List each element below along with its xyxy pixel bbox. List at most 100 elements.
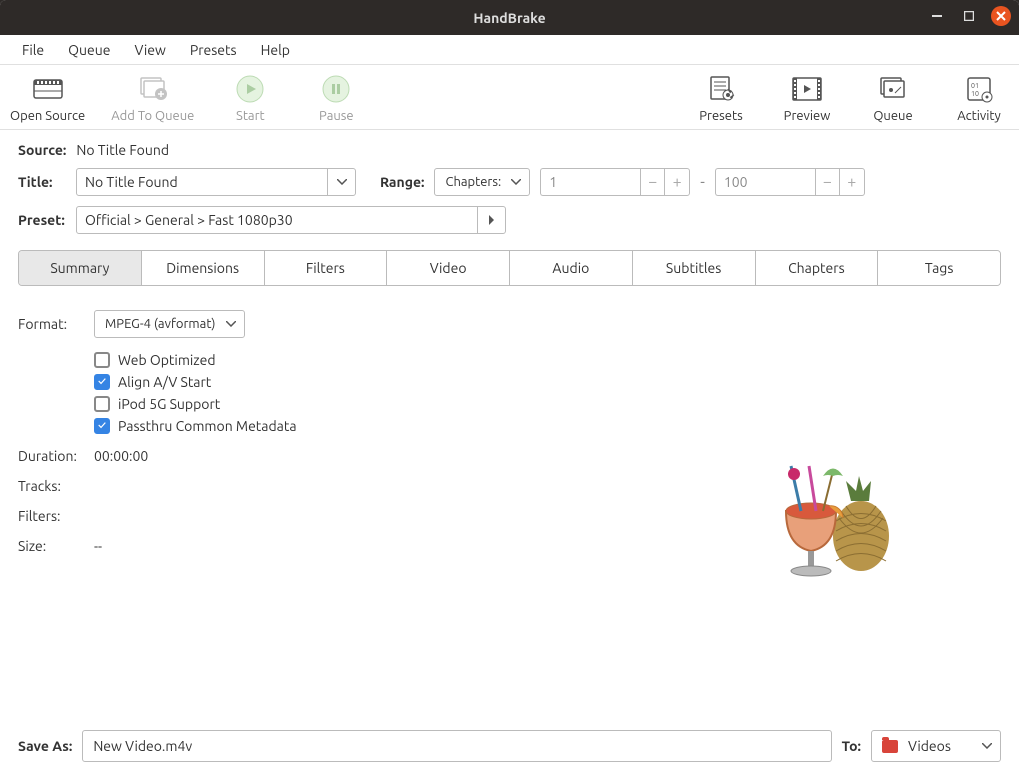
minimize-icon: [932, 15, 942, 17]
activity-button[interactable]: 0110 Activity: [949, 73, 1009, 123]
folder-icon: [882, 740, 898, 753]
source-value: No Title Found: [76, 142, 169, 158]
preset-label: Preset:: [18, 212, 66, 228]
minus-icon[interactable]: −: [816, 169, 840, 195]
ipod-5g-checkbox[interactable]: [94, 396, 110, 412]
save-as-input[interactable]: [82, 730, 831, 762]
web-optimized-label: Web Optimized: [118, 352, 216, 368]
plus-icon[interactable]: +: [665, 169, 689, 195]
maximize-icon: [964, 11, 974, 21]
preview-label: Preview: [784, 109, 831, 123]
duration-value: 00:00:00: [94, 448, 148, 464]
menubar: File Queue View Presets Help: [0, 35, 1019, 65]
tab-filters[interactable]: Filters: [265, 251, 388, 285]
range-separator: -: [700, 173, 705, 191]
activity-label: Activity: [957, 109, 1001, 123]
to-label: To:: [842, 738, 861, 754]
toolbar: Open Source Add To Queue Start Pause: [0, 65, 1019, 130]
range-type-value: Chapters:: [445, 175, 501, 189]
align-av-label: Align A/V Start: [118, 374, 211, 390]
minus-icon[interactable]: −: [641, 169, 665, 195]
tab-subtitles[interactable]: Subtitles: [633, 251, 756, 285]
presets-label: Presets: [699, 109, 742, 123]
window-title: HandBrake: [473, 10, 545, 26]
queue-icon: [877, 73, 909, 105]
svg-text:01: 01: [971, 82, 979, 90]
preset-value: Official > General > Fast 1080p30: [85, 212, 293, 228]
tab-summary[interactable]: Summary: [19, 251, 142, 285]
pause-button[interactable]: Pause: [306, 73, 366, 123]
start-label: Start: [236, 109, 265, 123]
tab-chapters[interactable]: Chapters: [756, 251, 879, 285]
maximize-button[interactable]: [959, 6, 979, 26]
plus-icon[interactable]: +: [840, 169, 864, 195]
presets-icon: [705, 73, 737, 105]
pause-label: Pause: [319, 109, 354, 123]
chevron-down-icon: [327, 169, 355, 195]
tab-tags[interactable]: Tags: [878, 251, 1000, 285]
titlebar: HandBrake: [0, 0, 1019, 35]
chevron-down-icon: [226, 321, 236, 327]
preview-button[interactable]: Preview: [777, 73, 837, 123]
title-dropdown[interactable]: No Title Found: [76, 168, 356, 196]
range-from-spinner[interactable]: − +: [540, 168, 690, 196]
range-type-dropdown[interactable]: Chapters:: [434, 168, 530, 196]
preview-icon: [791, 73, 823, 105]
chevron-down-icon: [982, 743, 992, 749]
save-as-label: Save As:: [18, 738, 72, 754]
play-icon: [234, 73, 266, 105]
start-button[interactable]: Start: [220, 73, 280, 123]
add-to-queue-button[interactable]: Add To Queue: [111, 73, 194, 123]
range-to-spinner[interactable]: − +: [715, 168, 865, 196]
tab-audio[interactable]: Audio: [510, 251, 633, 285]
format-value: MPEG-4 (avformat): [105, 317, 216, 331]
tabs: Summary Dimensions Filters Video Audio S…: [18, 250, 1001, 286]
preview-image: [661, 310, 1001, 712]
title-label: Title:: [18, 174, 66, 190]
pause-icon: [320, 73, 352, 105]
menu-help[interactable]: Help: [249, 38, 302, 62]
menu-presets[interactable]: Presets: [178, 38, 249, 62]
passthru-metadata-checkbox[interactable]: ✓: [94, 418, 110, 434]
range-from-input[interactable]: [540, 168, 640, 196]
open-source-label: Open Source: [10, 109, 85, 123]
close-icon: [996, 11, 1006, 21]
destination-folder-button[interactable]: Videos: [871, 730, 1001, 762]
queue-button[interactable]: Queue: [863, 73, 923, 123]
destination-folder-label: Videos: [908, 738, 972, 754]
minimize-button[interactable]: [927, 6, 947, 26]
size-value: --: [94, 538, 102, 554]
presets-button[interactable]: Presets: [691, 73, 751, 123]
range-label: Range:: [380, 174, 424, 190]
svg-text:10: 10: [971, 90, 979, 98]
film-icon: [32, 73, 64, 105]
tracks-label: Tracks:: [18, 478, 80, 494]
preset-dropdown[interactable]: Official > General > Fast 1080p30: [76, 206, 506, 234]
web-optimized-checkbox[interactable]: [94, 352, 110, 368]
source-label: Source:: [18, 142, 66, 158]
chevron-right-icon: [477, 207, 505, 233]
passthru-metadata-label: Passthru Common Metadata: [118, 418, 297, 434]
ipod-5g-label: iPod 5G Support: [118, 396, 220, 412]
format-dropdown[interactable]: MPEG-4 (avformat): [94, 310, 245, 338]
open-source-button[interactable]: Open Source: [10, 73, 85, 123]
add-queue-icon: [137, 73, 169, 105]
activity-icon: 0110: [963, 73, 995, 105]
size-label: Size:: [18, 538, 80, 554]
window-controls: [927, 6, 1011, 26]
align-av-checkbox[interactable]: ✓: [94, 374, 110, 390]
chevron-down-icon: [511, 179, 521, 185]
handbrake-logo-icon: [751, 436, 911, 586]
close-button[interactable]: [991, 6, 1011, 26]
menu-file[interactable]: File: [10, 38, 56, 62]
menu-view[interactable]: View: [122, 38, 177, 62]
tab-video[interactable]: Video: [387, 251, 510, 285]
title-value: No Title Found: [85, 174, 178, 190]
range-to-input[interactable]: [715, 168, 815, 196]
add-to-queue-label: Add To Queue: [111, 109, 194, 123]
format-label: Format:: [18, 316, 80, 332]
duration-label: Duration:: [18, 448, 80, 464]
menu-queue[interactable]: Queue: [56, 38, 122, 62]
queue-label: Queue: [873, 109, 912, 123]
tab-dimensions[interactable]: Dimensions: [142, 251, 265, 285]
